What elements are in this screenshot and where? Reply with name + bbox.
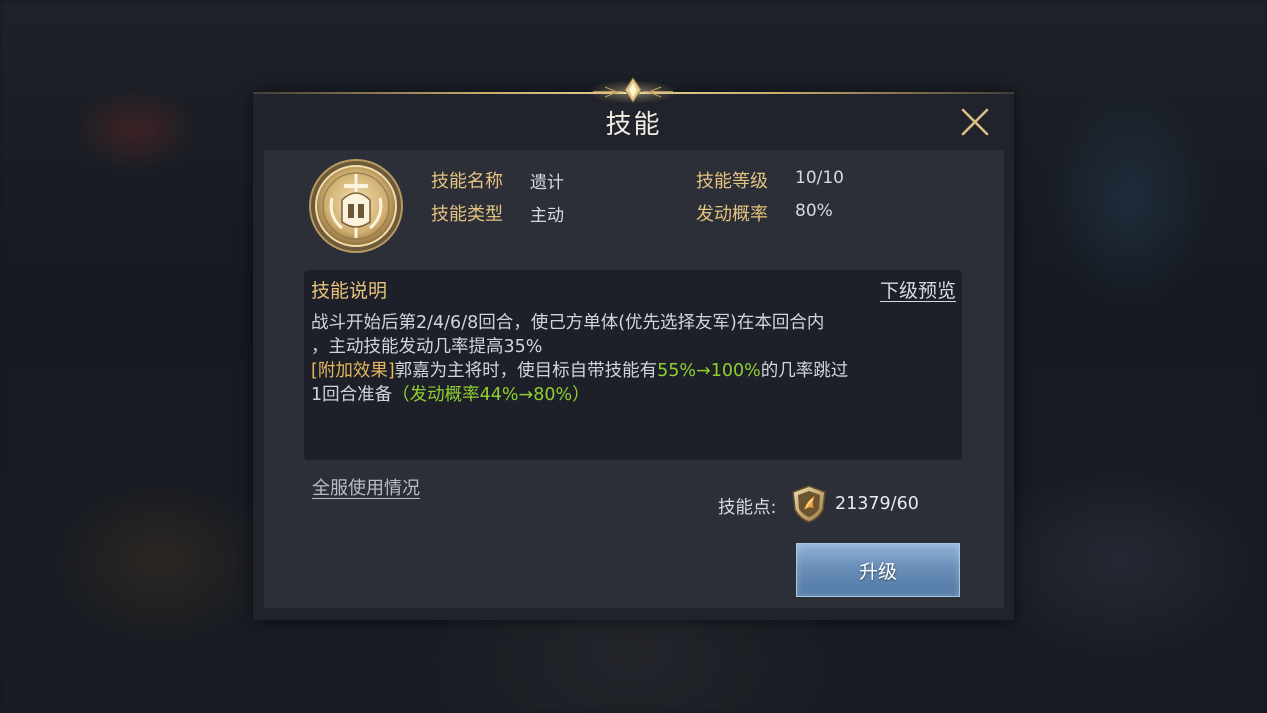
bonus-chance-value: 55%→100% — [657, 361, 761, 381]
skill-level-value: 10/10 — [795, 168, 844, 188]
skill-points-value: 21379/60 — [835, 494, 919, 514]
description-text: 战斗开始后第2/4/6/8回合，使己方单体(优先选择友军)在本回合内 ，主动技能… — [311, 311, 956, 407]
skill-name-label: 技能名称 — [431, 171, 503, 192]
description-title: 技能说明 — [311, 280, 388, 302]
skill-name-value: 遗计 — [530, 173, 564, 193]
trigger-rate-value: 80% — [795, 201, 833, 221]
skill-type-label: 技能类型 — [431, 204, 503, 225]
trigger-rate-label: 发动概率 — [696, 204, 768, 225]
bonus-effect-tag: [附加效果] — [311, 361, 395, 381]
bonus-trigger-rate: （发动概率44%→80%） — [392, 385, 590, 405]
dialog-content: 技能名称 遗计 技能等级 10/10 技能类型 主动 发动概率 80% 技能说明… — [264, 150, 1004, 608]
skill-points-label: 技能点: — [718, 498, 777, 518]
skill-point-shield-icon — [792, 485, 826, 523]
upgrade-button[interactable]: 升级 — [796, 543, 960, 597]
description-line: ，主动技能发动几率提高35% — [311, 337, 543, 357]
skill-type-value: 主动 — [530, 206, 564, 226]
bonus-effect-text: 1回合准备 — [311, 385, 393, 405]
close-icon[interactable] — [957, 104, 993, 140]
skill-dialog: 技能 技能名称 遗计 技能等级 10/10 技能类型 主动 发动概率 80% 技… — [253, 77, 1014, 620]
bonus-effect-text: 郭嘉为主将时，使目标自带技能有 — [394, 361, 658, 381]
upgrade-button-label: 升级 — [858, 560, 897, 583]
dialog-title: 技能 — [605, 110, 662, 140]
skill-description-panel: 技能说明 下级预览 战斗开始后第2/4/6/8回合，使己方单体(优先选择友军)在… — [304, 270, 962, 460]
description-line: 战斗开始后第2/4/6/8回合，使己方单体(优先选择友军)在本回合内 — [311, 313, 825, 333]
skill-level-label: 技能等级 — [696, 171, 768, 192]
server-usage-link[interactable]: 全服使用情况 — [312, 474, 420, 500]
bonus-effect-text: 的几率跳过 — [760, 361, 849, 381]
ornament-icon — [587, 77, 679, 104]
helmet-sword-emblem-icon — [309, 159, 403, 253]
next-level-preview-link[interactable]: 下级预览 — [880, 276, 956, 303]
